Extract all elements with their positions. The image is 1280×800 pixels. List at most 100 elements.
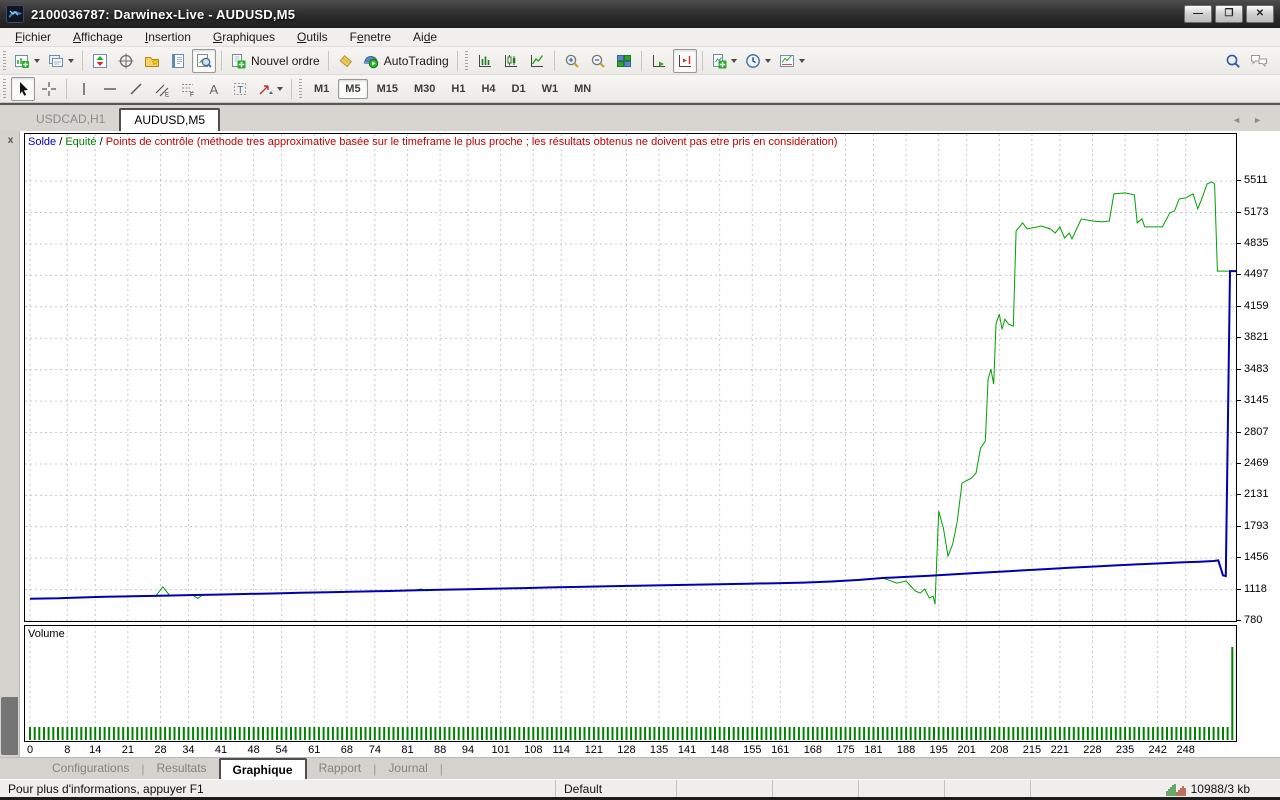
templates-button[interactable] bbox=[776, 49, 808, 73]
tester-close-icon[interactable]: x bbox=[4, 134, 17, 147]
zoom-in-button[interactable] bbox=[560, 49, 584, 73]
data-window-button[interactable] bbox=[114, 49, 138, 73]
tester-tab-rapport[interactable]: Rapport bbox=[307, 758, 374, 779]
terminal-button[interactable] bbox=[166, 49, 190, 73]
volume-bar bbox=[351, 727, 353, 740]
volume-bar bbox=[747, 727, 749, 740]
new-chart-button[interactable] bbox=[11, 49, 43, 73]
strategy-tester-panel: x Testeur Solde / Equité / Points de con… bbox=[0, 131, 1280, 757]
search-button[interactable] bbox=[1221, 49, 1245, 73]
volume-pane[interactable]: Volume bbox=[24, 625, 1237, 742]
tester-tab-resultats[interactable]: Resultats bbox=[145, 758, 219, 779]
chart-tab-usdcad-h1[interactable]: USDCAD,H1 bbox=[22, 108, 119, 131]
timeframe-h4-button[interactable]: H4 bbox=[474, 79, 502, 99]
chat-button[interactable] bbox=[1247, 49, 1271, 73]
volume-bar bbox=[537, 727, 539, 740]
volume-bar bbox=[295, 727, 297, 740]
timeframe-m1-button[interactable]: M1 bbox=[307, 79, 336, 99]
toolbar-grip[interactable] bbox=[3, 79, 6, 99]
volume-bar bbox=[43, 727, 45, 740]
toolbar-separator bbox=[702, 51, 703, 71]
tester-side-tab[interactable]: Testeur bbox=[1, 697, 18, 755]
equidistant-channel-button[interactable]: E bbox=[150, 77, 174, 101]
volume-bar bbox=[420, 727, 422, 740]
toolbar-grip[interactable] bbox=[299, 79, 302, 99]
menu-item-fenetre[interactable]: Fenetre bbox=[339, 28, 402, 46]
minimize-button[interactable]: — bbox=[1184, 5, 1212, 23]
horizontal-line-button[interactable] bbox=[98, 77, 122, 101]
volume-bar bbox=[281, 727, 283, 740]
y-tick-mark bbox=[1237, 526, 1241, 527]
bar-chart-button[interactable] bbox=[473, 49, 497, 73]
tab-scroll-arrows[interactable]: ◄► bbox=[1232, 115, 1274, 125]
text-button[interactable]: A bbox=[202, 77, 226, 101]
navigator-button[interactable] bbox=[140, 49, 164, 73]
zoom-out-button[interactable] bbox=[586, 49, 610, 73]
templates-icon bbox=[779, 53, 795, 69]
vertical-line-icon bbox=[76, 81, 92, 97]
volume-bar bbox=[826, 727, 828, 740]
x-tick-label: 201 bbox=[954, 744, 980, 756]
menu-item-insertion[interactable]: Insertion bbox=[134, 28, 202, 46]
volume-bar bbox=[187, 727, 189, 740]
profiles-button[interactable] bbox=[45, 49, 77, 73]
close-button[interactable]: ✕ bbox=[1246, 5, 1274, 23]
volume-bar bbox=[1059, 727, 1061, 740]
market-watch-button[interactable] bbox=[88, 49, 112, 73]
cursor-button[interactable] bbox=[11, 77, 35, 101]
menu-item-aide[interactable]: Aide bbox=[402, 28, 448, 46]
tester-tab-journal[interactable]: Journal bbox=[376, 758, 439, 779]
volume-bar bbox=[1101, 727, 1103, 740]
trendline-button[interactable] bbox=[124, 77, 148, 101]
timeframe-mn-button[interactable]: MN bbox=[567, 79, 598, 99]
timeframe-d1-button[interactable]: D1 bbox=[505, 79, 533, 99]
volume-bar bbox=[542, 727, 544, 740]
volume-bar bbox=[928, 727, 930, 740]
line-chart-button[interactable] bbox=[525, 49, 549, 73]
y-tick-mark bbox=[1237, 212, 1241, 213]
indicators-button[interactable] bbox=[708, 49, 740, 73]
volume-bar bbox=[793, 727, 795, 740]
x-tick-label: 242 bbox=[1145, 744, 1171, 756]
volume-bar bbox=[141, 727, 143, 740]
arrows-button[interactable] bbox=[254, 77, 286, 101]
fibonacci-button[interactable]: F bbox=[176, 77, 200, 101]
chart-shift-button[interactable] bbox=[673, 49, 697, 73]
y-tick-label: 4835 bbox=[1244, 237, 1268, 249]
timeframe-h1-button[interactable]: H1 bbox=[444, 79, 472, 99]
volume-bar bbox=[1078, 727, 1080, 740]
candlestick-chart-button[interactable] bbox=[499, 49, 523, 73]
tester-graph-pane[interactable]: Solde / Equité / Points de contrôle (mét… bbox=[24, 133, 1237, 622]
strategy-tester-button[interactable] bbox=[192, 49, 216, 73]
vertical-line-button[interactable] bbox=[72, 77, 96, 101]
volume-bar bbox=[803, 727, 805, 740]
crosshair-window-icon bbox=[118, 53, 134, 69]
new-order-button[interactable]: Nouvel ordre bbox=[227, 49, 323, 73]
periods-button[interactable] bbox=[742, 49, 774, 73]
y-tick-label: 780 bbox=[1244, 614, 1262, 626]
tile-windows-button[interactable] bbox=[612, 49, 636, 73]
tester-tab-graphique[interactable]: Graphique bbox=[219, 758, 307, 780]
menu-item-graphiques[interactable]: Graphiques bbox=[202, 28, 286, 46]
toolbar-grip[interactable] bbox=[465, 51, 468, 71]
timeframe-m5-button[interactable]: M5 bbox=[338, 79, 367, 99]
volume-bar bbox=[1161, 727, 1163, 740]
toolbar-grip[interactable] bbox=[3, 51, 6, 71]
restore-button[interactable]: ❐ bbox=[1215, 5, 1243, 23]
crosshair-button[interactable] bbox=[37, 77, 61, 101]
legend-equite: Equité bbox=[65, 136, 96, 148]
timeframe-m15-button[interactable]: M15 bbox=[370, 79, 405, 99]
y-tick-mark bbox=[1237, 243, 1241, 244]
text-label-button[interactable]: T bbox=[228, 77, 252, 101]
tester-tab-configurations[interactable]: Configurations bbox=[40, 758, 141, 779]
timeframe-m30-button[interactable]: M30 bbox=[407, 79, 442, 99]
menu-item-affichage[interactable]: Affichage bbox=[62, 28, 134, 46]
metaeditor-button[interactable] bbox=[334, 49, 358, 73]
autotrading-button[interactable]: AutoTrading bbox=[360, 49, 452, 73]
auto-scroll-button[interactable] bbox=[647, 49, 671, 73]
volume-bar bbox=[556, 727, 558, 740]
menu-item-outils[interactable]: Outils bbox=[286, 28, 339, 46]
timeframe-w1-button[interactable]: W1 bbox=[535, 79, 566, 99]
chart-tab-audusd-m5[interactable]: AUDUSD,M5 bbox=[119, 108, 220, 131]
menu-item-fichier[interactable]: Fichier bbox=[4, 28, 62, 46]
